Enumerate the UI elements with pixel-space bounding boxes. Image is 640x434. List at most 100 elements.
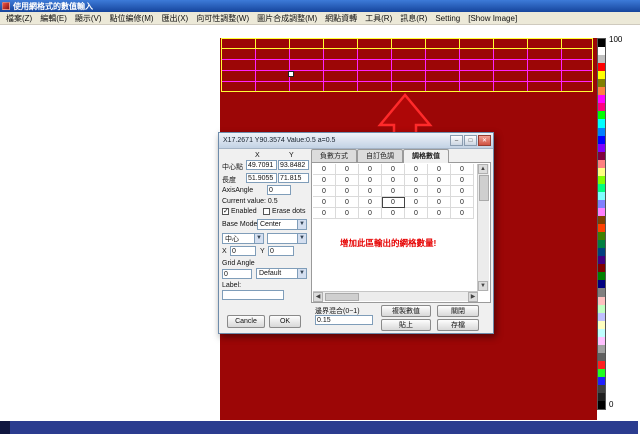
palette-color-swatch[interactable]: [598, 305, 605, 313]
palette-color-swatch[interactable]: [598, 297, 605, 305]
cancel-button[interactable]: Cancle: [227, 315, 265, 328]
palette-color-swatch[interactable]: [598, 128, 605, 136]
palette-color-swatch[interactable]: [598, 71, 605, 79]
grid-value-dialog[interactable]: X17.2671 Y90.3574 Value:0.5 a=0.5 – □ ✕ …: [218, 132, 494, 334]
grid-cell[interactable]: 0: [382, 208, 405, 219]
palette-color-swatch[interactable]: [598, 280, 605, 288]
grid-cell[interactable]: 0: [451, 186, 474, 197]
menu-item[interactable]: 向可性調整(W): [192, 13, 253, 24]
length-y-field[interactable]: [278, 173, 309, 183]
grid-cell[interactable]: 0: [359, 164, 382, 175]
grid-cell[interactable]: 0: [359, 186, 382, 197]
grid-cell[interactable]: 0: [428, 175, 451, 186]
window-titlebar[interactable]: 使用網格式的數值輸入: [0, 0, 640, 12]
dialog-titlebar[interactable]: X17.2671 Y90.3574 Value:0.5 a=0.5 – □ ✕: [219, 133, 493, 149]
grid-cell[interactable]: 0: [336, 186, 359, 197]
grid-cell[interactable]: 0: [428, 197, 451, 208]
close-icon[interactable]: ✕: [478, 135, 491, 146]
grid-cell[interactable]: 0: [405, 175, 428, 186]
palette-color-swatch[interactable]: [598, 353, 605, 361]
minimize-icon[interactable]: –: [450, 135, 463, 146]
palette-color-swatch[interactable]: [598, 393, 605, 401]
palette-color-swatch[interactable]: [598, 144, 605, 152]
grid-angle-field[interactable]: [222, 269, 252, 279]
grid-cell[interactable]: 0: [382, 186, 405, 197]
copy-values-button[interactable]: 複製數值: [381, 305, 431, 317]
offset-y-field[interactable]: [268, 246, 294, 256]
menu-item[interactable]: 圖片合成調整(M): [253, 13, 321, 24]
palette-color-swatch[interactable]: [598, 337, 605, 345]
horizontal-scrollbar[interactable]: ◀ ▶: [313, 291, 478, 301]
vertical-scrollbar[interactable]: ▲ ▼: [477, 164, 489, 291]
grid-cell[interactable]: 0: [336, 197, 359, 208]
tab-2[interactable]: 自訂色調: [357, 149, 403, 162]
palette-color-swatch[interactable]: [598, 329, 605, 337]
grid-cell[interactable]: 0: [428, 186, 451, 197]
label-field[interactable]: [222, 290, 284, 300]
palette-color-swatch[interactable]: [598, 119, 605, 127]
palette-color-swatch[interactable]: [598, 288, 605, 296]
palette-color-swatch[interactable]: [598, 272, 605, 280]
vertical-scroll-thumb[interactable]: [479, 175, 489, 201]
grid-cell[interactable]: 0: [359, 197, 382, 208]
grid-cell[interactable]: 0: [359, 208, 382, 219]
palette-color-swatch[interactable]: [598, 401, 605, 409]
grid-cell[interactable]: 0: [313, 208, 336, 219]
palette-color-swatch[interactable]: [598, 103, 605, 111]
palette-color-swatch[interactable]: [598, 55, 605, 63]
palette-color-swatch[interactable]: [598, 200, 605, 208]
palette-color-swatch[interactable]: [598, 192, 605, 200]
anchor-select[interactable]: 中心 ▼: [222, 233, 264, 244]
menu-item[interactable]: [Show Image]: [464, 14, 521, 23]
menu-item[interactable]: 點位編修(M): [106, 13, 158, 24]
grid-selection-handle[interactable]: [288, 71, 294, 77]
scroll-up-icon[interactable]: ▲: [478, 164, 488, 174]
tab-1[interactable]: 負數方式: [311, 149, 357, 162]
menu-item[interactable]: 檔案(Z): [2, 13, 36, 24]
horizontal-scroll-thumb[interactable]: [325, 293, 359, 301]
scroll-right-icon[interactable]: ▶: [468, 292, 478, 302]
palette-color-swatch[interactable]: [598, 224, 605, 232]
menu-item[interactable]: 網點資轉: [321, 13, 361, 24]
close-button[interactable]: 關閉: [437, 305, 479, 317]
grid-cell[interactable]: 0: [382, 164, 405, 175]
menu-item[interactable]: 顯示(V): [71, 13, 106, 24]
grid-cell[interactable]: 0: [313, 175, 336, 186]
grid-cell[interactable]: 0: [405, 197, 428, 208]
grid-cell[interactable]: 0: [382, 197, 405, 208]
palette-color-swatch[interactable]: [598, 321, 605, 329]
palette-color-swatch[interactable]: [598, 369, 605, 377]
grid-cell[interactable]: 0: [451, 197, 474, 208]
grid-cell[interactable]: 0: [336, 208, 359, 219]
palette-color-swatch[interactable]: [598, 216, 605, 224]
palette-color-swatch[interactable]: [598, 152, 605, 160]
base-mode-select[interactable]: Center ▼: [257, 219, 307, 230]
palette-color-swatch[interactable]: [598, 256, 605, 264]
grid-cell[interactable]: 0: [451, 208, 474, 219]
menu-item[interactable]: Setting: [431, 14, 464, 23]
palette-color-swatch[interactable]: [598, 176, 605, 184]
palette-color-swatch[interactable]: [598, 39, 605, 47]
menu-item[interactable]: 訊息(R): [396, 13, 431, 24]
erase-dots-checkbox[interactable]: Erase dots: [263, 208, 305, 215]
grid-angle-mode-select[interactable]: Default ▼: [256, 268, 307, 279]
output-grid-region[interactable]: [221, 38, 593, 92]
palette-color-swatch[interactable]: [598, 313, 605, 321]
palette-color-swatch[interactable]: [598, 240, 605, 248]
palette-color-swatch[interactable]: [598, 63, 605, 71]
palette-color-swatch[interactable]: [598, 248, 605, 256]
palette-color-swatch[interactable]: [598, 361, 605, 369]
palette-color-swatch[interactable]: [598, 160, 605, 168]
palette-color-swatch[interactable]: [598, 168, 605, 176]
ok-button[interactable]: OK: [269, 315, 301, 328]
grid-cell[interactable]: 0: [405, 186, 428, 197]
palette-color-swatch[interactable]: [598, 47, 605, 55]
center-x-field[interactable]: [246, 160, 277, 170]
grid-cell[interactable]: 0: [405, 208, 428, 219]
menu-item[interactable]: 編輯(E): [36, 13, 71, 24]
length-x-field[interactable]: [246, 173, 277, 183]
tab-3[interactable]: 調格數值: [403, 149, 449, 163]
grid-cell[interactable]: 0: [428, 208, 451, 219]
grid-cell[interactable]: 0: [336, 175, 359, 186]
maximize-icon[interactable]: □: [464, 135, 477, 146]
